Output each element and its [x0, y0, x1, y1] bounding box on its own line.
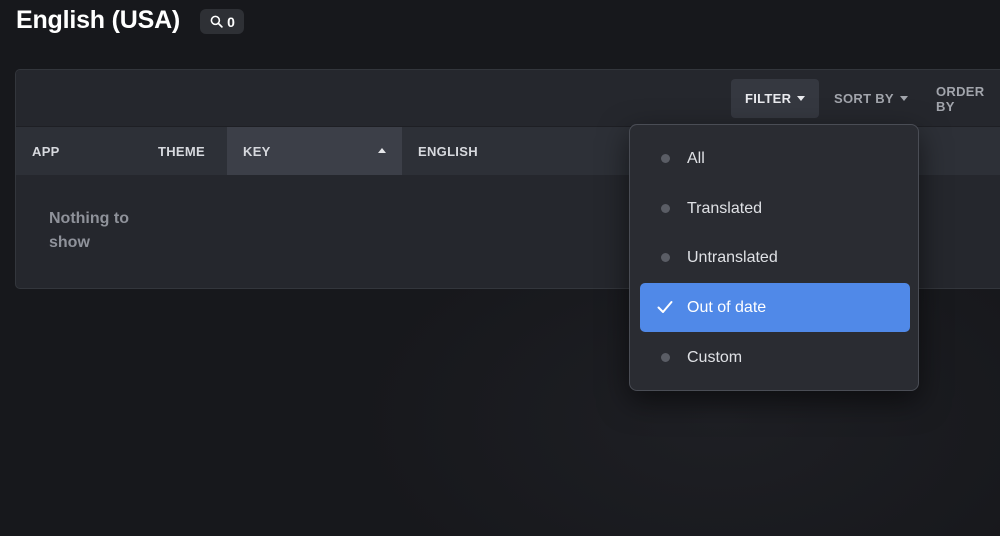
- filter-option-untranslated[interactable]: Untranslated: [640, 233, 910, 282]
- filter-button[interactable]: FILTER: [731, 79, 820, 118]
- order-by-label: ORDER BY: [936, 83, 985, 114]
- column-label: KEY: [243, 143, 271, 159]
- toolbar: FILTER SORT BY ORDER BY: [16, 70, 1000, 127]
- filter-option-all[interactable]: All: [640, 134, 910, 183]
- filter-option-label: All: [687, 149, 705, 167]
- search-count: 0: [227, 13, 235, 30]
- filter-option-label: Out of date: [687, 298, 767, 316]
- sort-ascending-icon: [378, 148, 386, 153]
- search-icon: [210, 15, 223, 28]
- radio-dot-icon: [661, 253, 670, 262]
- caret-down-icon: [797, 96, 806, 101]
- page-title: English (USA): [16, 6, 181, 34]
- checkmark-icon: [657, 301, 673, 313]
- search-count-button[interactable]: 0: [200, 9, 244, 34]
- radio-dot-icon: [661, 204, 670, 213]
- page-header: English (USA) 0: [16, 6, 244, 35]
- filter-label: FILTER: [745, 91, 792, 106]
- filter-option-label: Untranslated: [687, 248, 778, 266]
- filter-dropdown-menu: All Translated Untranslated Out of date …: [629, 124, 919, 391]
- column-header-theme[interactable]: THEME: [142, 127, 227, 175]
- filter-option-out-of-date[interactable]: Out of date: [640, 283, 910, 332]
- empty-state-text: Nothing to show: [49, 210, 129, 251]
- filter-option-label: Custom: [687, 348, 743, 366]
- column-label: ENGLISH: [418, 143, 478, 159]
- sort-by-label: SORT BY: [834, 91, 894, 106]
- filter-option-custom[interactable]: Custom: [640, 333, 910, 382]
- sort-by-button[interactable]: SORT BY: [820, 79, 922, 118]
- radio-dot-icon: [661, 353, 670, 362]
- column-header-key[interactable]: KEY: [227, 127, 402, 175]
- page: English (USA) 0 FILTER SORT BY ORDER BY: [0, 0, 1000, 536]
- filter-option-label: Translated: [687, 199, 762, 217]
- column-header-app[interactable]: APP: [16, 127, 142, 175]
- filter-option-translated[interactable]: Translated: [640, 184, 910, 233]
- column-label: APP: [32, 143, 60, 159]
- caret-down-icon: [899, 96, 908, 101]
- column-label: THEME: [158, 143, 205, 159]
- radio-dot-icon: [661, 154, 670, 163]
- order-by-button[interactable]: ORDER BY: [922, 79, 1000, 118]
